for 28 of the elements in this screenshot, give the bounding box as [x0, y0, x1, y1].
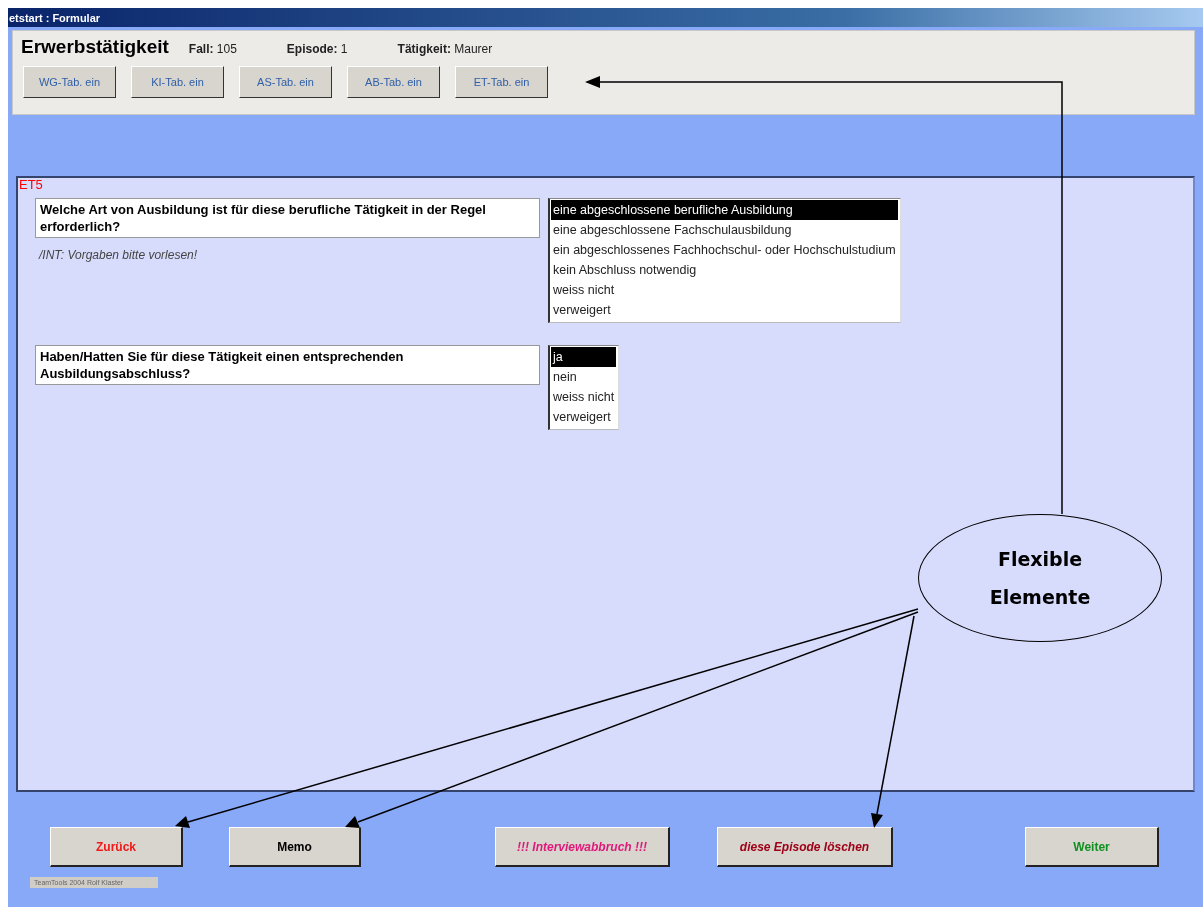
answer-option[interactable]: eine abgeschlossene berufliche Ausbildung — [551, 200, 898, 220]
answer-list[interactable]: eine abgeschlossene berufliche Ausbildung eine abgeschlossene Fachschulausbildung ein abgeschlossenes Fachhochschul- oder Hochschulstudium kein Abschluss notwendig weiss nicht verweigert — [548, 198, 901, 323]
answer-option[interactable]: nein — [551, 367, 617, 387]
answer-option[interactable]: verweigert — [551, 407, 617, 427]
window-title: etstart : Formular — [9, 11, 101, 24]
header-field: Episode: 1 — [286, 42, 348, 56]
header-field: Fall: 105 — [188, 42, 237, 56]
form-title: Erwerbstätigkeit — [21, 36, 169, 58]
answer-option[interactable]: ja — [551, 347, 617, 367]
answer-option[interactable]: ein abgeschlossenes Fachhochschul- oder Hochschulstudium — [551, 240, 898, 260]
interviewer-hint: /INT: Vorgaben bitte vorlesen! — [37, 248, 199, 262]
answer-option[interactable]: eine abgeschlossene Fachschulausbildung — [551, 220, 898, 240]
header-field: Tätigkeit: Maurer — [397, 42, 493, 56]
table-button[interactable]: ET-Tab. ein — [455, 66, 548, 98]
question-text: Welche Art von Ausbildung ist für diese berufliche Tätigkeit in der Regel erforderlich? — [35, 198, 540, 238]
answer-option[interactable]: verweigert — [551, 300, 898, 320]
answer-option[interactable]: weiss nicht — [551, 387, 617, 407]
question-code: ET5 — [19, 178, 44, 194]
table-button[interactable]: KI-Tab. ein — [131, 66, 224, 98]
table-button[interactable]: AS-Tab. ein — [239, 66, 332, 98]
table-button[interactable]: WG-Tab. ein — [23, 66, 116, 98]
nav-button[interactable]: Memo — [229, 827, 361, 867]
table-button[interactable]: AB-Tab. ein — [347, 66, 440, 98]
question-text: Haben/Hatten Sie für diese Tätigkeit einen entsprechenden Ausbildungsabschluss? — [35, 345, 540, 385]
answer-option[interactable]: kein Abschluss notwendig — [551, 260, 898, 280]
answer-option[interactable]: weiss nicht — [551, 280, 898, 300]
answer-list[interactable]: ja nein weiss nicht verweigert — [548, 345, 620, 430]
nav-button[interactable]: diese Episode löschen — [717, 827, 893, 867]
